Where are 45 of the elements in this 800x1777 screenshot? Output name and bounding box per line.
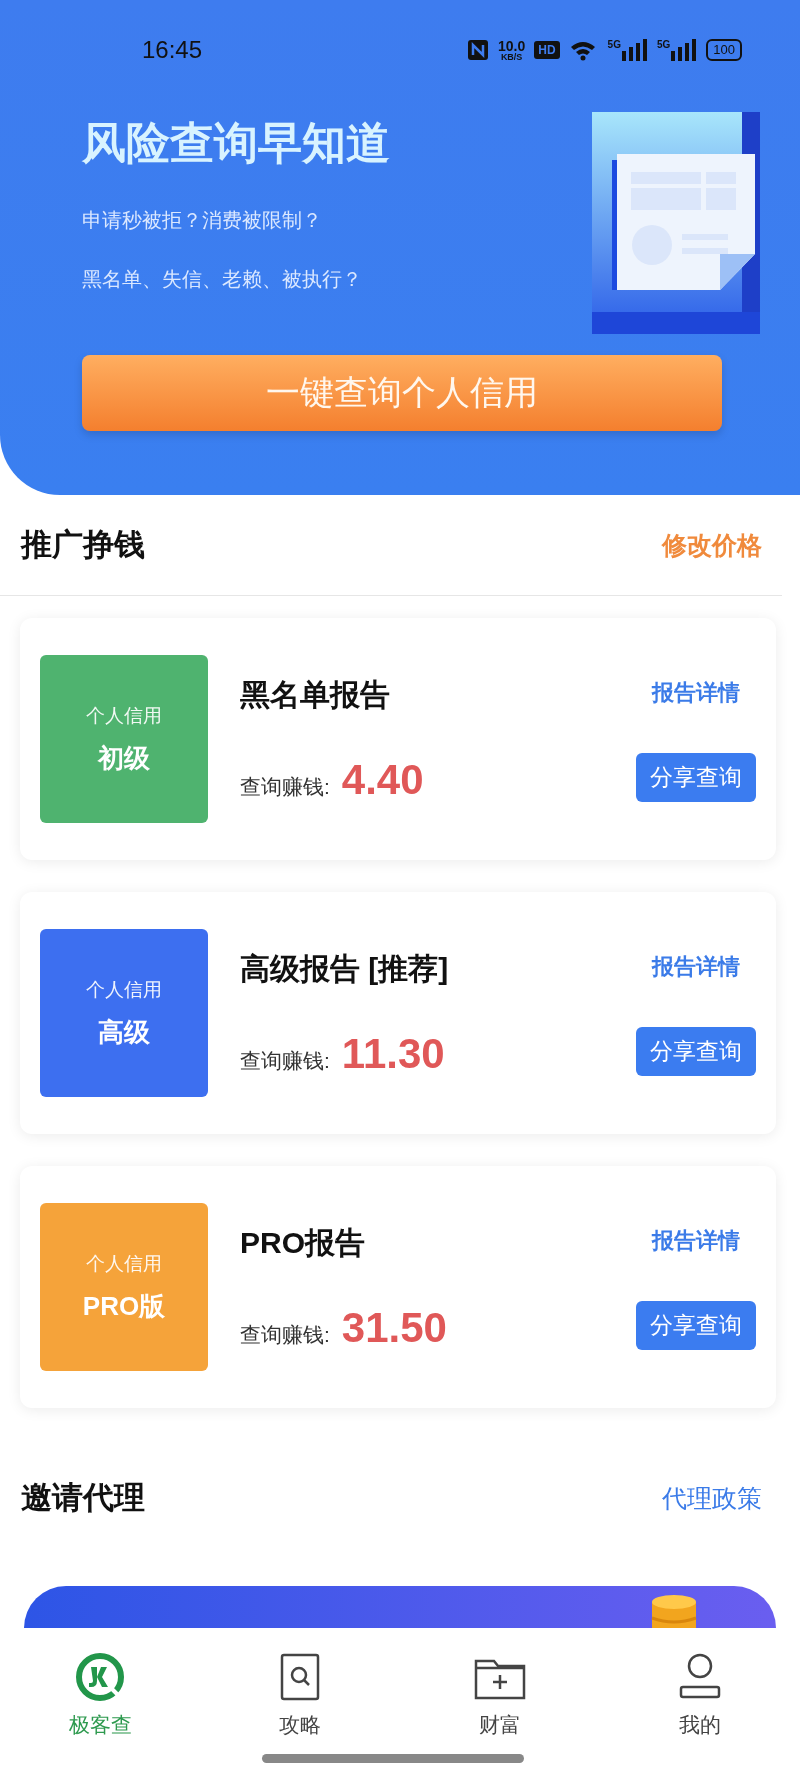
price: 11.30 (341, 1029, 445, 1078)
speed-value: 10.0 (498, 38, 526, 53)
share-query-button[interactable]: 分享查询 (636, 752, 756, 802)
hd-badge: HD (534, 41, 560, 59)
speed-unit: KB/S (500, 52, 523, 62)
query-credit-button[interactable]: 一键查询个人信用 (82, 355, 722, 431)
earn-label: 查询赚钱: (240, 1321, 330, 1348)
thumbnail-caption: 个人信用 (86, 977, 162, 1002)
report-detail-link[interactable]: 报告详情 (646, 950, 746, 983)
logo-icon (74, 1651, 126, 1703)
thumbnail-caption: 个人信用 (86, 1251, 162, 1276)
section-title: 邀请代理 (21, 1479, 145, 1517)
nav-tab[interactable]: 我的 (600, 1650, 800, 1740)
nfc-icon (467, 39, 489, 61)
edit-price-link[interactable]: 修改价格 (662, 528, 762, 562)
report-detail-link[interactable]: 报告详情 (646, 1224, 746, 1257)
clock: 16:45 (142, 36, 203, 64)
network-label: 5G (607, 39, 621, 50)
report-name: 高级报告 [推荐] (240, 950, 450, 987)
price: 31.50 (341, 1303, 447, 1352)
network-label: 5G (656, 39, 671, 50)
earn-label: 查询赚钱: (240, 1047, 330, 1074)
signal-icon (621, 39, 648, 61)
hero-subtitle: 黑名单、失信、老赖、被执行？ (82, 267, 363, 292)
thumbnail-caption: 个人信用 (86, 703, 162, 728)
battery-level: 100 (706, 39, 742, 61)
thumbnail-level: 初级 (98, 741, 150, 775)
report-detail-link[interactable]: 报告详情 (646, 676, 746, 709)
thumbnail-level: 高级 (98, 1015, 150, 1049)
hero-subtitle: 申请秒被拒？消费被限制？ (82, 208, 323, 233)
section-title: 推广挣钱 (21, 526, 145, 564)
report-name: PRO报告 (240, 1224, 366, 1261)
coin-stack-icon (650, 1594, 698, 1628)
nav-tab[interactable]: 极客查 (0, 1650, 200, 1740)
thumbnail-level: PRO版 (82, 1289, 166, 1323)
share-query-button[interactable]: 分享查询 (636, 1026, 756, 1076)
agent-policy-link[interactable]: 代理政策 (662, 1481, 762, 1515)
hero-title: 风险查询早知道 (82, 117, 391, 169)
nav-tab[interactable]: 攻略 (200, 1650, 400, 1740)
share-query-button[interactable]: 分享查询 (636, 1300, 756, 1350)
earn-label: 查询赚钱: (240, 773, 330, 800)
price: 4.40 (341, 755, 424, 804)
nav-tab[interactable]: 财富 (400, 1650, 600, 1740)
report-name: 黑名单报告 (240, 676, 391, 713)
signal-icon (671, 39, 698, 61)
